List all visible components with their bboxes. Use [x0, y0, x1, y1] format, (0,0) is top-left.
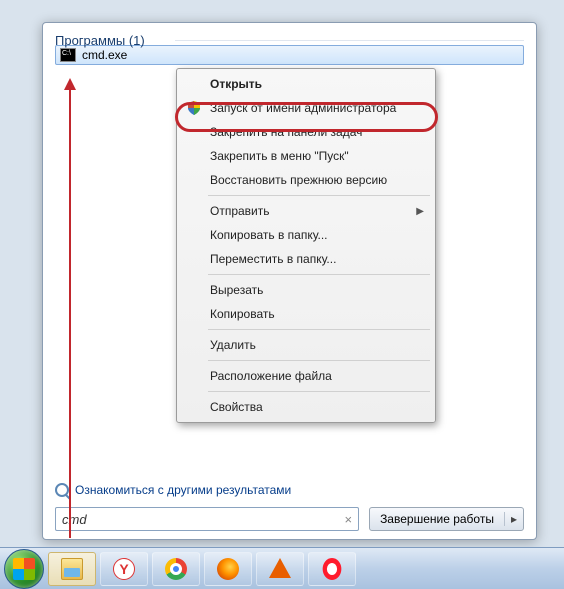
cmd-icon: [60, 48, 76, 62]
ctx-open[interactable]: Открыть: [180, 72, 432, 96]
clear-search-button[interactable]: ×: [344, 512, 352, 527]
chrome-icon: [165, 558, 187, 580]
ctx-run-as-admin[interactable]: Запуск от имени администратора: [180, 96, 432, 120]
ctx-copy[interactable]: Копировать: [180, 302, 432, 326]
firefox-icon: [217, 558, 239, 580]
more-results-link[interactable]: Ознакомиться с другими результатами: [55, 483, 291, 497]
taskbar-chrome[interactable]: [152, 552, 200, 586]
taskbar-explorer[interactable]: [48, 552, 96, 586]
program-label: cmd.exe: [82, 48, 127, 62]
start-button[interactable]: [4, 549, 44, 589]
opera-icon: [323, 558, 342, 580]
ctx-cut[interactable]: Вырезать: [180, 278, 432, 302]
ctx-delete[interactable]: Удалить: [180, 333, 432, 357]
ctx-pin-start[interactable]: Закрепить в меню "Пуск": [180, 144, 432, 168]
search-result-cmd[interactable]: cmd.exe: [55, 45, 524, 65]
divider: [208, 329, 430, 330]
shutdown-button[interactable]: Завершение работы ▸: [369, 507, 524, 531]
ctx-restore[interactable]: Восстановить прежнюю версию: [180, 168, 432, 192]
ctx-file-location[interactable]: Расположение файла: [180, 364, 432, 388]
search-icon: [55, 483, 69, 497]
taskbar-yandex[interactable]: Y: [100, 552, 148, 586]
bottom-row: × Завершение работы ▸: [55, 507, 524, 531]
ctx-properties[interactable]: Свойства: [180, 395, 432, 419]
taskbar: Y: [0, 547, 564, 589]
ctx-move-to[interactable]: Переместить в папку...: [180, 247, 432, 271]
search-box[interactable]: ×: [55, 507, 359, 531]
shutdown-label: Завершение работы: [370, 512, 504, 526]
divider: [208, 360, 430, 361]
shutdown-arrow-button[interactable]: ▸: [504, 512, 523, 526]
context-menu: Открыть Запуск от имени администратора З…: [176, 68, 436, 423]
ctx-pin-taskbar[interactable]: Закрепить на панели задач: [180, 120, 432, 144]
taskbar-firefox[interactable]: [204, 552, 252, 586]
chevron-right-icon: ▶: [416, 206, 424, 217]
yandex-icon: Y: [113, 558, 135, 580]
ctx-copy-to[interactable]: Копировать в папку...: [180, 223, 432, 247]
search-input[interactable]: [62, 512, 344, 527]
divider: [175, 40, 524, 41]
divider: [208, 274, 430, 275]
divider: [208, 195, 430, 196]
ctx-send-to[interactable]: Отправить▶: [180, 199, 432, 223]
more-results-label: Ознакомиться с другими результатами: [75, 483, 291, 497]
vlc-icon: [269, 558, 291, 578]
taskbar-vlc[interactable]: [256, 552, 304, 586]
explorer-icon: [61, 558, 83, 580]
shield-icon: [186, 100, 202, 116]
divider: [208, 391, 430, 392]
taskbar-opera[interactable]: [308, 552, 356, 586]
